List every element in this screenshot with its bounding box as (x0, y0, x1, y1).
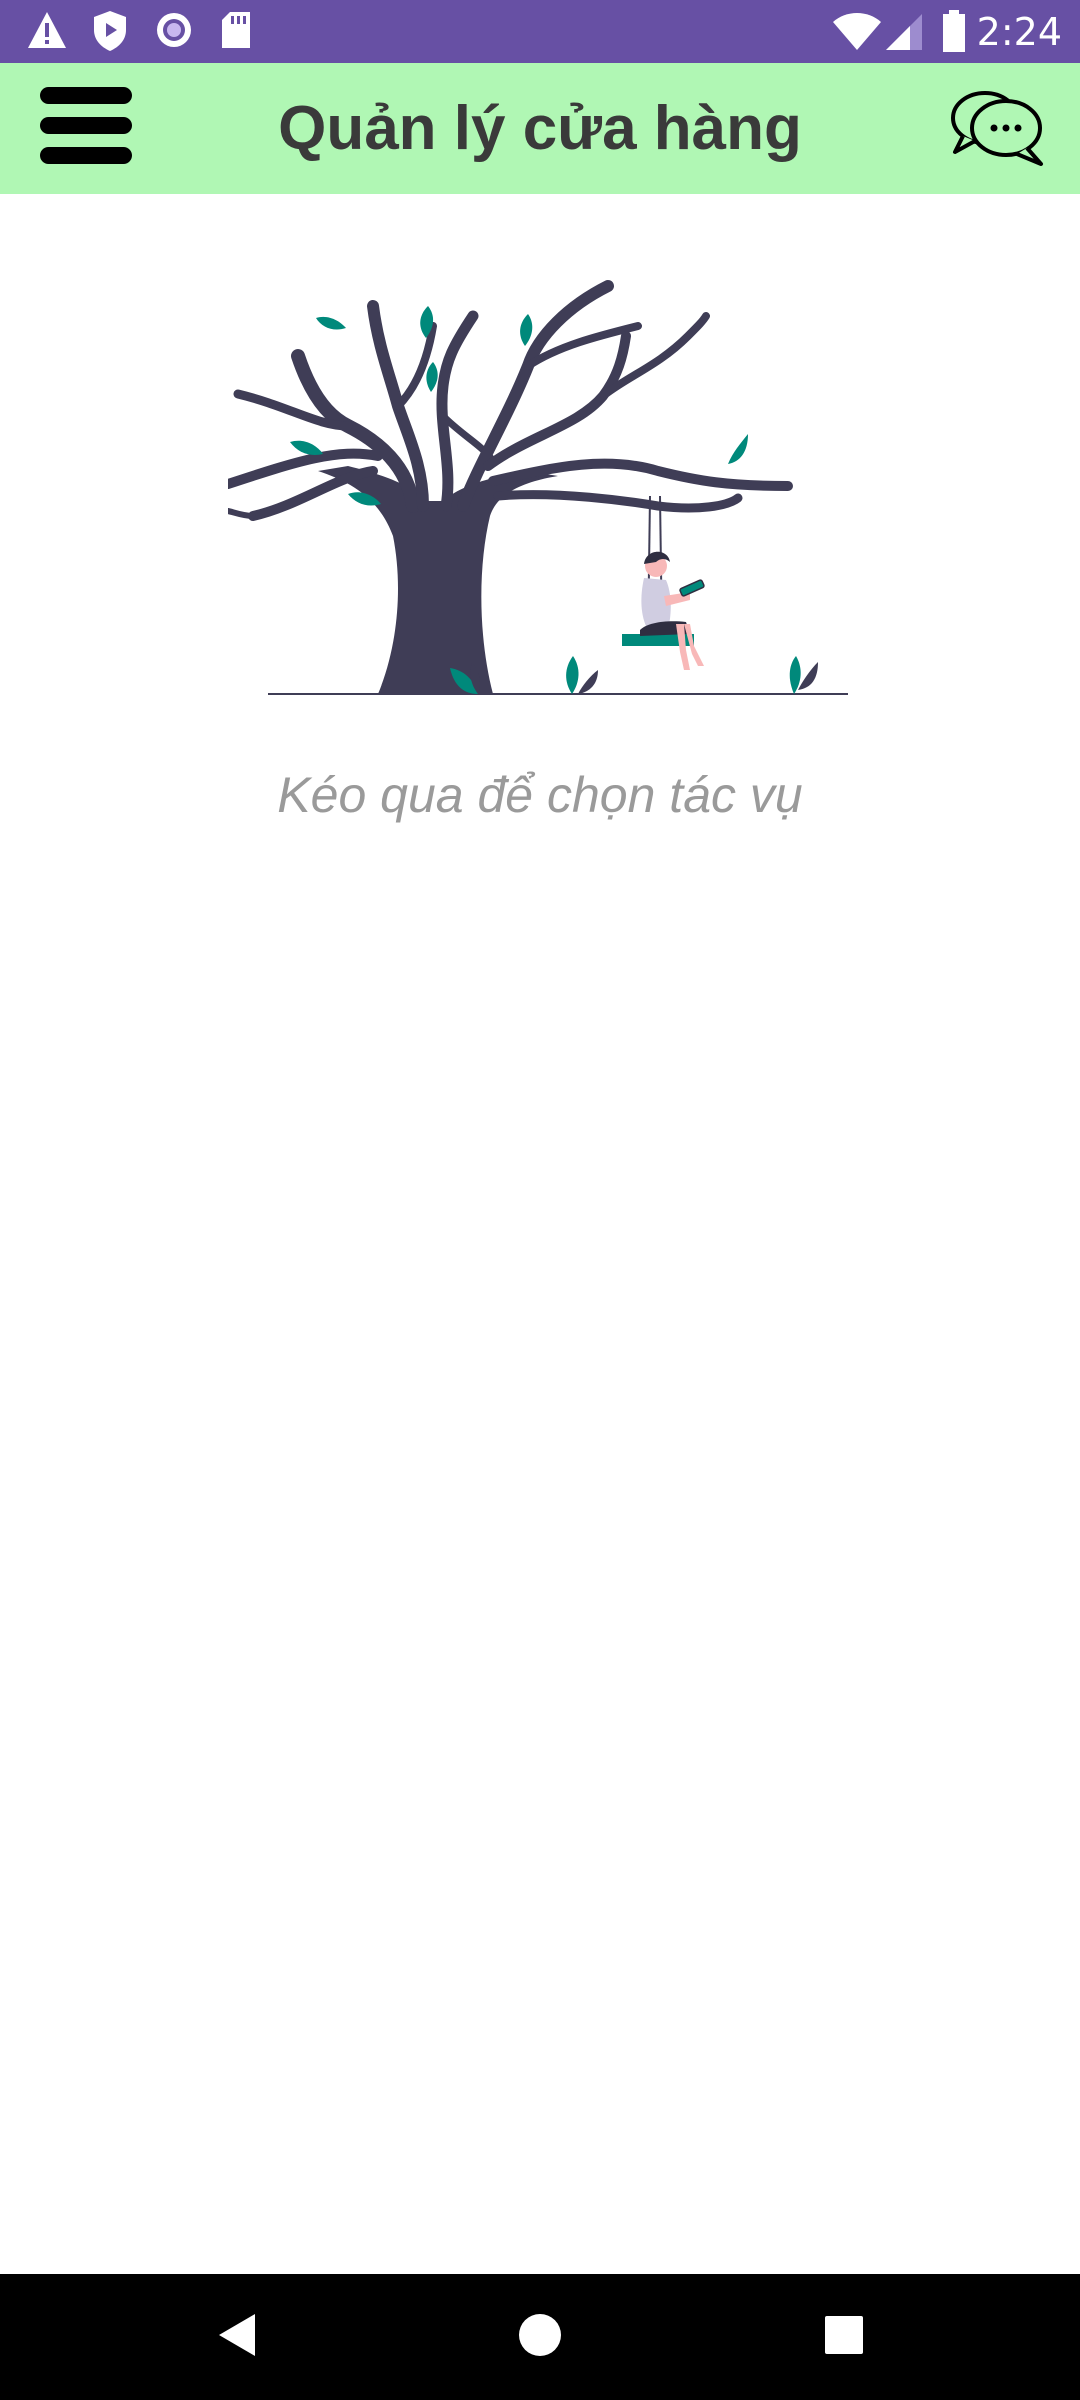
back-button[interactable] (192, 2292, 282, 2382)
recents-icon (824, 2315, 864, 2360)
status-time: 2:24 (976, 10, 1062, 54)
warning-icon (26, 10, 68, 55)
cell-signal-icon (884, 12, 924, 57)
page-title: Quản lý cửa hàng (278, 94, 802, 163)
status-bar: 2:24 (0, 0, 1080, 63)
chat-button[interactable] (946, 81, 1050, 177)
recents-button[interactable] (799, 2292, 889, 2382)
menu-icon (40, 85, 132, 172)
back-icon (215, 2312, 259, 2363)
app-bar: Quản lý cửa hàng (0, 63, 1080, 194)
shield-play-icon (92, 10, 128, 57)
swipe-hint: Kéo qua để chọn tác vụ (277, 767, 803, 823)
record-icon (154, 10, 194, 55)
chat-icon (949, 84, 1047, 175)
battery-icon (942, 10, 966, 57)
sd-card-icon (220, 10, 252, 55)
tree-swing-illustration (223, 266, 852, 698)
menu-button[interactable] (34, 83, 138, 173)
navigation-bar (0, 2274, 1080, 2400)
home-button[interactable] (495, 2292, 585, 2382)
wifi-icon (832, 12, 882, 57)
home-icon (518, 2313, 562, 2362)
